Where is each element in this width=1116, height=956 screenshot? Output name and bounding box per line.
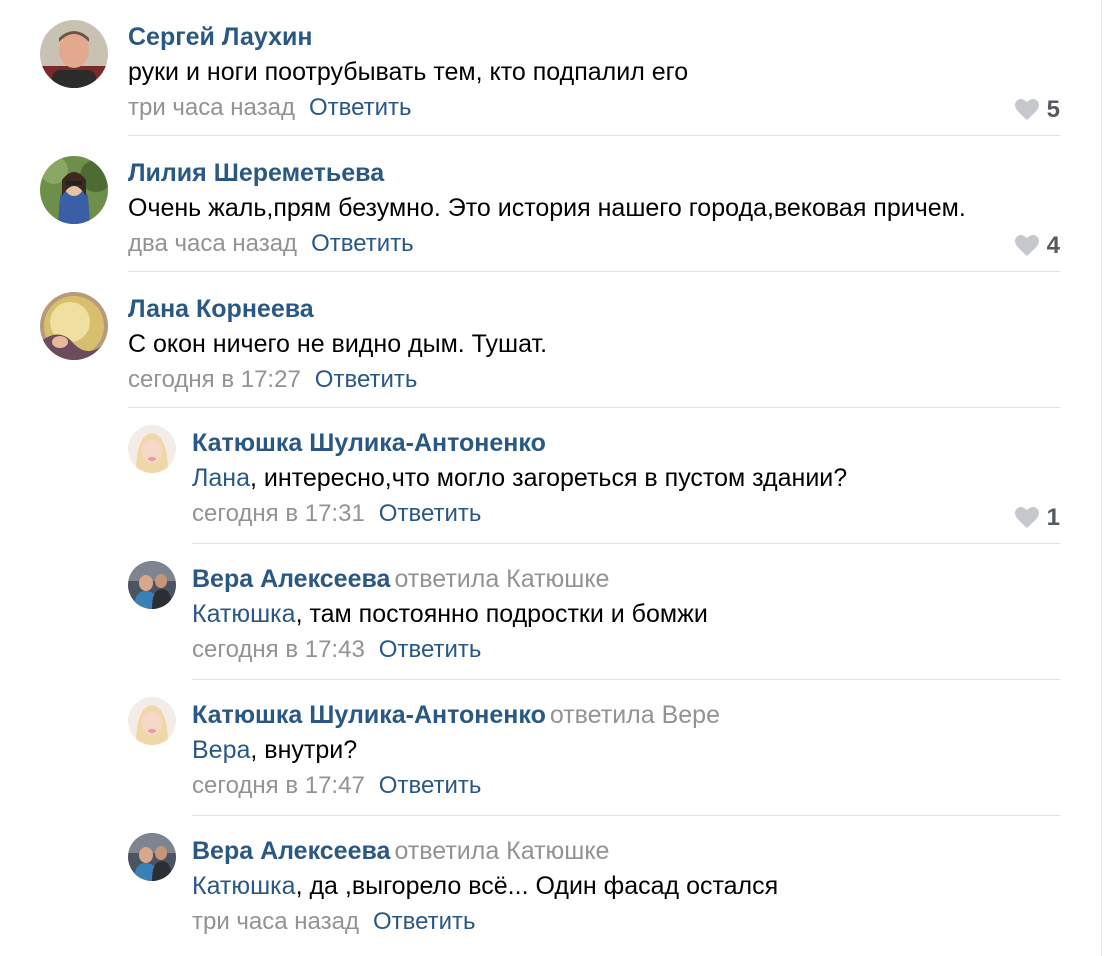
comment-text: С окон ничего не видно дым. Тушат. bbox=[128, 326, 547, 362]
replied-to-link[interactable]: ответила Катюшке bbox=[394, 837, 609, 865]
comment-meta: сегодня в 17:27 Ответить bbox=[128, 362, 547, 398]
reply-item: Катюшка Шулика-Антоненко ответила Вере Ве… bbox=[0, 680, 1100, 816]
reply-button[interactable]: Ответить bbox=[309, 94, 412, 121]
heart-icon bbox=[1014, 235, 1039, 256]
comment-body: Катюшка Шулика-Антоненко ответила Вере Ве… bbox=[192, 698, 720, 804]
timestamp[interactable]: два часа назад bbox=[128, 230, 297, 257]
replied-to-link[interactable]: ответила Вере bbox=[550, 701, 720, 729]
comment-body: Вера Алексеева ответила Катюшке Катюшка, … bbox=[192, 834, 778, 940]
comment-text-content: руки и ноги поотрубывать тем, кто подпал… bbox=[128, 58, 689, 86]
like-button[interactable]: 1 bbox=[1014, 504, 1060, 532]
comment-meta: сегодня в 17:31 Ответить bbox=[192, 496, 847, 532]
heart-icon bbox=[1014, 99, 1039, 120]
like-button[interactable]: 5 bbox=[1014, 96, 1060, 124]
comment-meta: три часа назад Ответить bbox=[192, 904, 778, 940]
comment-body: Катюшка Шулика-Антоненко Лана, интересно… bbox=[192, 426, 847, 532]
like-count: 5 bbox=[1046, 96, 1060, 123]
mention-link[interactable]: Катюшка bbox=[192, 872, 296, 900]
comment-meta: два часа назад Ответить bbox=[128, 226, 966, 262]
author-line: Катюшка Шулика-Антоненко bbox=[192, 426, 847, 460]
author-line: Вера Алексеева ответила Катюшке bbox=[192, 834, 778, 868]
like-button[interactable]: 4 bbox=[1014, 232, 1060, 260]
reply-button[interactable]: Ответить bbox=[311, 230, 414, 257]
comment-text-content: , да ,выгорело всё... Один фасад остался bbox=[295, 872, 779, 900]
avatar[interactable] bbox=[40, 20, 108, 88]
avatar-photo-icon bbox=[40, 156, 108, 224]
author-link[interactable]: Сергей Лаухин bbox=[128, 23, 313, 51]
timestamp[interactable]: сегодня в 17:43 bbox=[192, 636, 365, 663]
author-link[interactable]: Вера Алексеева bbox=[192, 837, 390, 865]
comments-list: Сергей Лаухин руки и ноги поотрубывать т… bbox=[0, 0, 1100, 952]
author-link[interactable]: Катюшка Шулика-Антоненко bbox=[192, 701, 546, 729]
author-line: Лана Корнеева bbox=[128, 292, 547, 326]
comment-item: Лилия Шереметьева Очень жаль,прям безумн… bbox=[0, 136, 1100, 272]
comment-text: Лана, интересно,что могло загореться в п… bbox=[192, 460, 847, 496]
author-link[interactable]: Вера Алексеева bbox=[192, 565, 390, 593]
reply-button[interactable]: Ответить bbox=[379, 772, 482, 799]
comment-text: руки и ноги поотрубывать тем, кто подпал… bbox=[128, 54, 688, 90]
reply-item: Катюшка Шулика-Антоненко Лана, интересно… bbox=[0, 408, 1100, 544]
timestamp[interactable]: сегодня в 17:27 bbox=[128, 366, 301, 393]
avatar[interactable] bbox=[128, 561, 176, 609]
author-link[interactable]: Лилия Шереметьева bbox=[128, 159, 384, 187]
author-line: Вера Алексеева ответила Катюшке bbox=[192, 562, 708, 596]
avatar-photo-icon bbox=[128, 561, 176, 609]
mention-link[interactable]: Лана bbox=[192, 464, 250, 492]
comment-text-content: С окон ничего не видно дым. Тушат. bbox=[128, 330, 548, 358]
reply-button[interactable]: Ответить bbox=[315, 366, 418, 393]
comment-text: Вера, внутри? bbox=[192, 732, 720, 768]
avatar-photo-icon bbox=[40, 292, 108, 360]
comment-text: Катюшка, там постоянно подростки и бомжи bbox=[192, 596, 708, 632]
like-count: 1 bbox=[1046, 504, 1060, 531]
comment-text-content: , там постоянно подростки и бомжи bbox=[295, 600, 708, 628]
timestamp[interactable]: три часа назад bbox=[192, 908, 359, 935]
timestamp[interactable]: сегодня в 17:47 bbox=[192, 772, 365, 799]
mention-link[interactable]: Вера bbox=[192, 736, 250, 764]
reply-button[interactable]: Ответить bbox=[379, 636, 482, 663]
avatar[interactable] bbox=[128, 833, 176, 881]
avatar[interactable] bbox=[128, 697, 176, 745]
comment-text-content: , внутри? bbox=[250, 736, 358, 764]
reply-button[interactable]: Ответить bbox=[379, 500, 482, 527]
comment-item: Лана Корнеева С окон ничего не видно дым… bbox=[0, 272, 1100, 408]
avatar-photo-icon bbox=[40, 20, 108, 88]
mention-link[interactable]: Катюшка bbox=[192, 600, 296, 628]
author-line: Лилия Шереметьева bbox=[128, 156, 966, 190]
comment-meta: три часа назад Ответить bbox=[128, 90, 688, 126]
avatar[interactable] bbox=[128, 425, 176, 473]
comment-text: Очень жаль,прям безумно. Это история наш… bbox=[128, 190, 966, 226]
author-line: Сергей Лаухин bbox=[128, 20, 688, 54]
comment-body: Вера Алексеева ответила Катюшке Катюшка, … bbox=[192, 562, 708, 668]
comment-text: Катюшка, да ,выгорело всё... Один фасад … bbox=[192, 868, 778, 904]
comment-body: Лана Корнеева С окон ничего не видно дым… bbox=[128, 292, 547, 398]
replied-to-link[interactable]: ответила Катюшке bbox=[394, 565, 609, 593]
heart-icon bbox=[1014, 507, 1039, 528]
comment-item: Сергей Лаухин руки и ноги поотрубывать т… bbox=[0, 0, 1100, 136]
comment-body: Сергей Лаухин руки и ноги поотрубывать т… bbox=[128, 20, 688, 126]
timestamp[interactable]: сегодня в 17:31 bbox=[192, 500, 365, 527]
comment-body: Лилия Шереметьева Очень жаль,прям безумн… bbox=[128, 156, 966, 262]
author-line: Катюшка Шулика-Антоненко ответила Вере bbox=[192, 698, 720, 732]
like-count: 4 bbox=[1046, 232, 1060, 259]
reply-item: Вера Алексеева ответила Катюшке Катюшка, … bbox=[0, 544, 1100, 680]
comment-text-content: , интересно,что могло загореться в пусто… bbox=[250, 464, 848, 492]
reply-item: Вера Алексеева ответила Катюшке Катюшка, … bbox=[0, 816, 1100, 952]
author-link[interactable]: Катюшка Шулика-Антоненко bbox=[192, 429, 546, 457]
timestamp[interactable]: три часа назад bbox=[128, 94, 295, 121]
avatar-photo-icon bbox=[128, 697, 176, 745]
avatar-photo-icon bbox=[128, 425, 176, 473]
comment-meta: сегодня в 17:43 Ответить bbox=[192, 632, 708, 668]
avatar[interactable] bbox=[40, 156, 108, 224]
author-link[interactable]: Лана Корнеева bbox=[128, 295, 314, 323]
avatar-photo-icon bbox=[128, 833, 176, 881]
avatar[interactable] bbox=[40, 292, 108, 360]
comment-text-content: Очень жаль,прям безумно. Это история наш… bbox=[128, 194, 966, 222]
reply-button[interactable]: Ответить bbox=[373, 908, 476, 935]
content-right-border bbox=[1101, 0, 1102, 956]
comment-meta: сегодня в 17:47 Ответить bbox=[192, 768, 720, 804]
